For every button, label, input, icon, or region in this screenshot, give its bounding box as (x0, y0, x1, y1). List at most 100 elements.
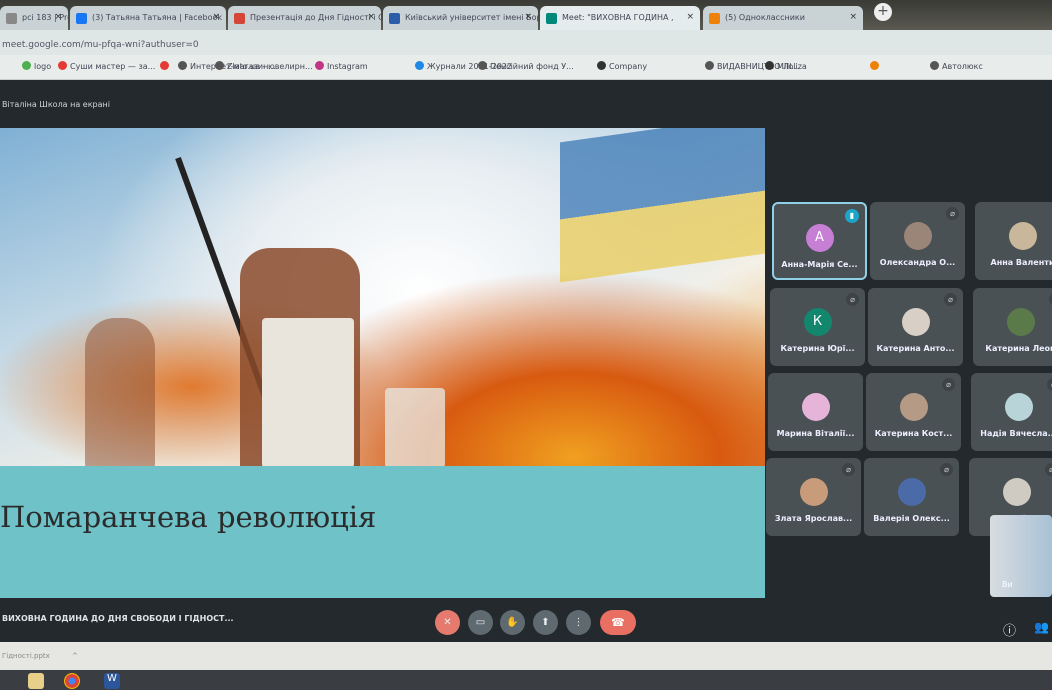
participant-name: Валерія Олекс... (873, 514, 950, 523)
participant-tile[interactable]: Анна Валенти (975, 202, 1052, 280)
self-view: Ви (990, 515, 1052, 597)
participant-tile[interactable]: ⌀ Надія Вячесла... (971, 373, 1052, 451)
bookmarks-bar: logo Суши мастер — за... Интернет-магазин.… (0, 55, 1052, 80)
bookmark-item[interactable] (870, 61, 882, 71)
close-tab-icon[interactable]: × (367, 12, 375, 22)
browser-tab[interactable]: Презентація до Дня Гідності і Св × (228, 6, 381, 30)
bookmark-item[interactable]: Автолюкс (930, 61, 983, 71)
bookmark-icon (215, 61, 224, 70)
browser-tab[interactable]: (5) Одноклассники × (703, 6, 863, 30)
mic-off-icon: ⌀ (942, 378, 955, 391)
new-tab-button[interactable]: + (874, 3, 892, 21)
close-tab-icon[interactable]: × (686, 12, 694, 22)
present-button[interactable]: ⬆ (533, 610, 558, 635)
download-bar: Гідності.pptx ^ (0, 642, 1052, 670)
bookmark-item[interactable]: logo (22, 61, 51, 71)
people-icon[interactable]: 👥 (1034, 620, 1049, 634)
participant-tile[interactable]: ⌀ Катерина Кост... (866, 373, 961, 451)
avatar (1006, 308, 1035, 336)
participant-tile[interactable]: ⌀ К Катерина Юрї... (770, 288, 865, 366)
more-options-button[interactable]: ⋮ (566, 610, 591, 635)
bookmark-label: Пенсійний фонд У... (490, 62, 574, 71)
download-file[interactable]: Гідності.pptx (2, 652, 50, 660)
tab-label: Презентація до Дня Гідності і Св (250, 13, 381, 22)
close-tab-icon[interactable]: × (212, 12, 220, 22)
participant-tile[interactable]: ⌀ Валерія Олекс... (864, 458, 959, 536)
browser-tab-bar: рсі 183 | Prom×(3) Татьяна Татьяна | Fac… (0, 0, 1052, 30)
bookmark-icon (58, 61, 67, 70)
info-icon[interactable]: ⓘ (1003, 620, 1016, 639)
participant-tile[interactable]: ⌀ Злата Ярослав... (766, 458, 861, 536)
bookmark-icon (765, 61, 774, 70)
mic-off-icon: ⌀ (940, 463, 953, 476)
presentation-slide: Помаранчева революція (0, 128, 765, 598)
url-text[interactable]: meet.google.com/mu-pfqa-wni?authuser=0 (2, 40, 199, 50)
tab-label: (5) Одноклассники (725, 13, 805, 22)
download-chevron-icon[interactable]: ^ (72, 652, 78, 660)
taskbar: W (0, 670, 1052, 690)
chrome-icon[interactable] (64, 673, 80, 689)
bookmark-label: Miloliza (777, 62, 807, 71)
bookmark-icon (315, 61, 324, 70)
mic-off-icon: ⌀ (946, 207, 959, 220)
avatar (1002, 478, 1031, 506)
bookmark-icon (160, 61, 169, 70)
bookmark-item[interactable] (160, 61, 172, 71)
avatar (903, 222, 932, 250)
slide-flag-image (560, 128, 765, 283)
end-call-button[interactable]: ☎ (600, 610, 636, 635)
participant-tile[interactable]: ⌀ Катерина Анто... (868, 288, 963, 366)
participant-name: Марина Віталії... (776, 429, 855, 438)
participant-name: Анна-Марія Се... (781, 260, 858, 269)
mic-muted-button[interactable]: ✕ (435, 610, 460, 635)
bookmark-label: Автолюкс (942, 62, 983, 71)
browser-tab[interactable]: рсі 183 | Prom× (0, 6, 68, 30)
participant-name: Катерина Леон (985, 344, 1052, 353)
participant-tile[interactable]: ▮ А Анна-Марія Се... (772, 202, 867, 280)
bookmark-item[interactable]: Суши мастер — за... (58, 61, 155, 71)
speaking-icon: ▮ (845, 209, 859, 223)
bookmark-label: logo (34, 62, 52, 71)
tab-label: Київський університет імені Бор (405, 13, 538, 22)
participant-name: Надія Вячесла... (980, 429, 1052, 438)
bookmark-item[interactable]: Miloliza (765, 61, 807, 71)
avatar (1004, 393, 1033, 421)
presenter-label: Віталіна Школа на екрані (2, 100, 110, 109)
browser-tab[interactable]: (3) Татьяна Татьяна | Facebook × (70, 6, 226, 30)
odnoklassniki-icon (709, 13, 720, 24)
close-tab-icon[interactable]: × (849, 12, 857, 22)
bookmark-icon (870, 61, 879, 70)
word-icon[interactable]: W (104, 673, 120, 689)
participant-tile[interactable]: Марина Віталії... (768, 373, 863, 451)
bookmark-item[interactable]: Пенсійний фонд У... (478, 61, 574, 71)
avatar: А (805, 224, 834, 252)
close-tab-icon[interactable]: × (524, 12, 532, 22)
participant-name: Злата Ярослав... (774, 514, 853, 523)
address-bar[interactable]: meet.google.com/mu-pfqa-wni?authuser=0 (0, 30, 1052, 57)
meet-icon (546, 13, 557, 24)
avatar (801, 393, 830, 421)
participant-tile[interactable]: ⌀ Олександра О... (870, 202, 965, 280)
camera-button[interactable]: ▭ (468, 610, 493, 635)
avatar (901, 308, 930, 336)
participant-tile[interactable]: ⌀Катерина Леон (973, 288, 1052, 366)
tab-label: (3) Татьяна Татьяна | Facebook (92, 13, 223, 22)
participant-name: Катерина Анто... (876, 344, 955, 353)
bookmark-label: Company (609, 62, 648, 71)
raise-hand-button[interactable]: ✋ (500, 610, 525, 635)
bookmark-item[interactable]: Company (597, 61, 647, 71)
folder-icon[interactable] (28, 673, 44, 689)
participant-name: Катерина Кост... (874, 429, 953, 438)
browser-tab[interactable]: Meet: "ВИХОВНА ГОДИНА , × (540, 6, 700, 30)
bookmark-item[interactable]: Zlato.ua - ювелирн... (215, 61, 313, 71)
mic-off-icon: ⌀ (1045, 463, 1052, 476)
university-icon (389, 13, 400, 24)
meet-window: Віталіна Школа на екрані Помаранчева рев… (0, 80, 1052, 642)
bookmark-item[interactable]: Instagram (315, 61, 368, 71)
close-tab-icon[interactable]: × (54, 12, 62, 22)
meeting-name[interactable]: ВИХОВНА ГОДИНА ДО ДНЯ СВОБОДИ І ГІДНОСТ.… (2, 614, 234, 623)
mic-off-icon: ⌀ (944, 293, 957, 306)
tab-label: Meet: "ВИХОВНА ГОДИНА , (562, 13, 674, 22)
browser-tab[interactable]: Київський університет імені Бор × (383, 6, 538, 30)
participant-name: Олександра О... (879, 258, 956, 267)
